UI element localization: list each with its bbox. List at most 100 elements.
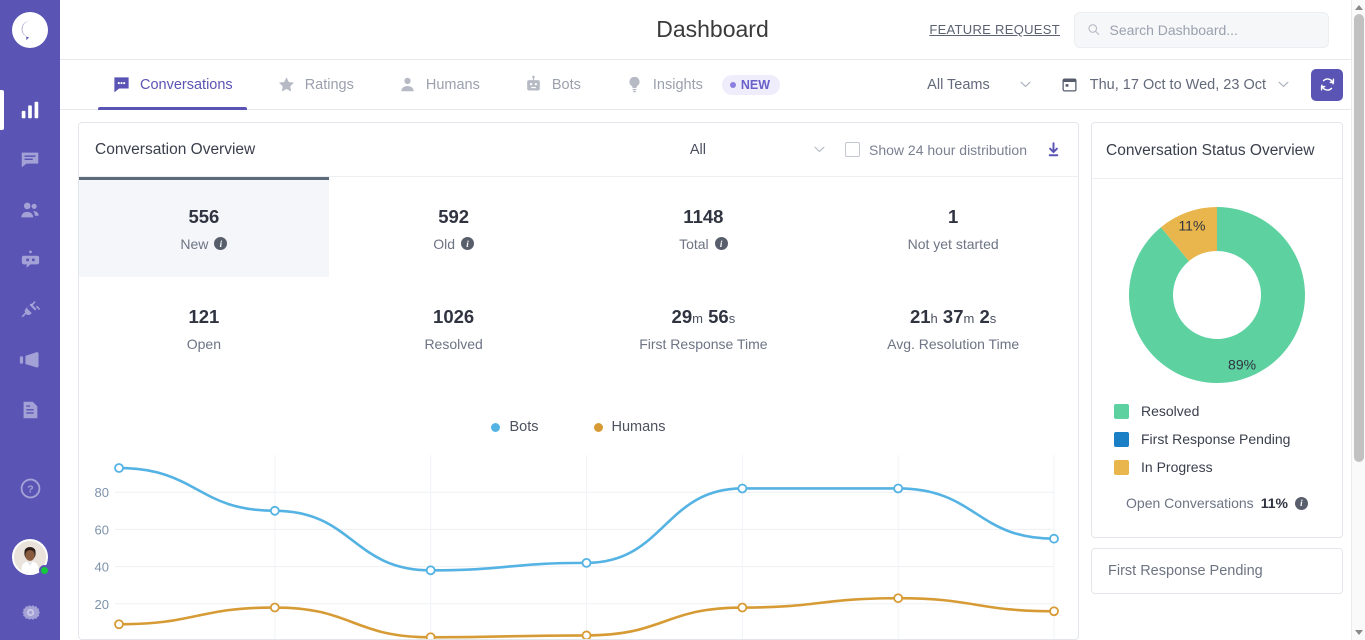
legend-item-bots[interactable]: Bots [491, 419, 539, 435]
person-icon [401, 77, 414, 92]
metric-tile-old[interactable]: 592 Old i [329, 177, 579, 277]
refresh-button[interactable] [1311, 68, 1343, 101]
metric-label-row: New i [180, 235, 228, 252]
sidebar-item-settings[interactable] [0, 584, 60, 640]
metric-tile-first-response-time[interactable]: 29m 56s First Response Time [579, 277, 829, 377]
download-button[interactable] [1045, 141, 1062, 159]
svg-text:20: 20 [95, 597, 109, 612]
metric-value: 556 [188, 205, 220, 227]
metrics-grid: 556 New i 592 Old i 1148 Total i 1 Not y… [79, 177, 1078, 377]
date-range-value: Thu, 17 Oct to Wed, 23 Oct [1089, 76, 1266, 93]
tab-ratings[interactable]: Ratings [255, 60, 376, 109]
checkbox-label: Show 24 hour distribution [869, 141, 1027, 158]
donut-legend-item-resolved[interactable]: Resolved [1114, 403, 1320, 419]
brand-logo[interactable] [0, 0, 60, 60]
info-icon[interactable]: i [214, 237, 228, 250]
calendar-icon [1062, 78, 1077, 92]
vertical-scrollbar[interactable] [1351, 0, 1365, 640]
bot-icon [21, 250, 39, 268]
bar-chart-icon [21, 101, 39, 119]
insights-new-badge: NEW [721, 74, 781, 95]
donut-legend-item-in-progress[interactable]: In Progress [1114, 459, 1320, 475]
top-header: Dashboard FEATURE REQUEST [60, 0, 1365, 60]
search-input[interactable] [1109, 21, 1316, 38]
sidebar-item-campaigns[interactable] [0, 335, 60, 385]
badge-text: NEW [740, 77, 771, 92]
metric-value: 29m 56s [671, 305, 736, 327]
feature-request-link[interactable]: FEATURE REQUEST [929, 22, 1060, 37]
first-response-pending-card[interactable]: First Response Pending [1091, 548, 1343, 594]
conversation-status-card: Conversation Status Overview 89% 11% Reso… [1091, 122, 1343, 538]
download-icon [1048, 141, 1059, 156]
channel-filter-dropdown[interactable]: All [690, 142, 839, 158]
badge-dot-icon [729, 81, 736, 88]
sidebar-item-conversations[interactable] [0, 135, 60, 185]
metric-tile-total[interactable]: 1148 Total i [579, 177, 829, 277]
lightbulb-icon [629, 76, 640, 93]
people-icon [21, 202, 39, 218]
tab-label: Conversations [140, 76, 233, 93]
legend-item-humans[interactable]: Humans [593, 419, 666, 435]
tab-humans[interactable]: Humans [376, 60, 502, 109]
left-sidebar: ? [0, 0, 60, 640]
legend-label: Resolved [1141, 403, 1200, 419]
metric-label: First Response Time [639, 335, 768, 352]
sidebar-item-bots[interactable] [0, 235, 60, 285]
svg-text:80: 80 [95, 485, 109, 500]
scroll-down-arrow-icon[interactable] [1355, 630, 1363, 635]
scrollbar-thumb[interactable] [1354, 14, 1364, 462]
metric-label: Total [679, 235, 709, 252]
tab-conversations[interactable]: Conversations [90, 60, 255, 110]
donut-chart-svg: 89% 11% [1129, 207, 1305, 383]
tab-label: Humans [425, 76, 480, 93]
sidebar-item-analytics[interactable] [0, 85, 60, 135]
line-chart-svg: 20 40 60 80 [95, 455, 1059, 639]
channel-filter-value: All [689, 141, 706, 158]
info-icon[interactable]: i [714, 237, 728, 250]
sidebar-item-integrations[interactable] [0, 285, 60, 335]
metric-label: Open [186, 335, 221, 352]
metric-label-row: Avg. Resolution Time [887, 336, 1019, 352]
metric-label: Old [433, 235, 456, 252]
metric-label: Not yet started [907, 235, 999, 252]
conversation-overview-card: Conversation Overview All Show 24 hour d… [78, 122, 1079, 640]
svg-text:40: 40 [95, 560, 109, 575]
sidebar-nav: ? [0, 85, 60, 513]
search-box[interactable] [1074, 11, 1329, 48]
chat-bubble-icon [114, 77, 129, 93]
header-actions: FEATURE REQUEST [929, 11, 1351, 48]
tab-insights[interactable]: Insights NEW [603, 60, 802, 109]
sidebar-item-documents[interactable] [0, 385, 60, 435]
tab-bar-filters: All Teams Thu, 17 Oct to Wed, 23 Oct [913, 60, 1365, 109]
info-icon[interactable]: i [461, 237, 475, 250]
metric-value: 1026 [433, 305, 475, 327]
metric-tile-avg-resolution-time[interactable]: 21h 37m 2s Avg. Resolution Time [828, 277, 1078, 377]
legend-label: Bots [509, 419, 539, 435]
scroll-up-arrow-icon[interactable] [1355, 5, 1363, 10]
status-card-header: Conversation Status Overview [1092, 123, 1342, 179]
date-range-picker[interactable]: Thu, 17 Oct to Wed, 23 Oct [1045, 76, 1301, 93]
legend-label: In Progress [1141, 459, 1213, 475]
metric-value: 121 [188, 305, 220, 327]
metric-label: Avg. Resolution Time [887, 335, 1020, 352]
tab-bots[interactable]: Bots [502, 60, 603, 109]
donut-slice-label: 11% [1178, 217, 1205, 233]
sidebar-item-humans[interactable] [0, 185, 60, 235]
chevron-down-icon [1020, 81, 1031, 88]
legend-swatch-icon [1114, 459, 1129, 475]
metric-tile-open[interactable]: 121 Open [79, 277, 329, 377]
team-filter-dropdown[interactable]: All Teams [913, 77, 1045, 93]
user-avatar-button[interactable] [0, 530, 60, 584]
robot-icon [527, 75, 540, 91]
metric-tile-resolved[interactable]: 1026 Resolved [329, 277, 579, 377]
sidebar-item-help[interactable]: ? [0, 463, 60, 513]
donut-legend-item-first-response-pending[interactable]: First Response Pending [1114, 431, 1320, 447]
show-24h-distribution-checkbox[interactable]: Show 24 hour distribution [839, 142, 1027, 158]
info-icon[interactable]: i [1294, 496, 1308, 510]
metric-label: New [180, 235, 209, 252]
metric-tile-not-yet-started[interactable]: 1 Not yet started [828, 177, 1078, 277]
star-icon [278, 77, 294, 92]
metric-tile-new[interactable]: 556 New i [79, 177, 329, 277]
svg-text:?: ? [27, 483, 33, 495]
tab-label: Bots [551, 76, 581, 93]
